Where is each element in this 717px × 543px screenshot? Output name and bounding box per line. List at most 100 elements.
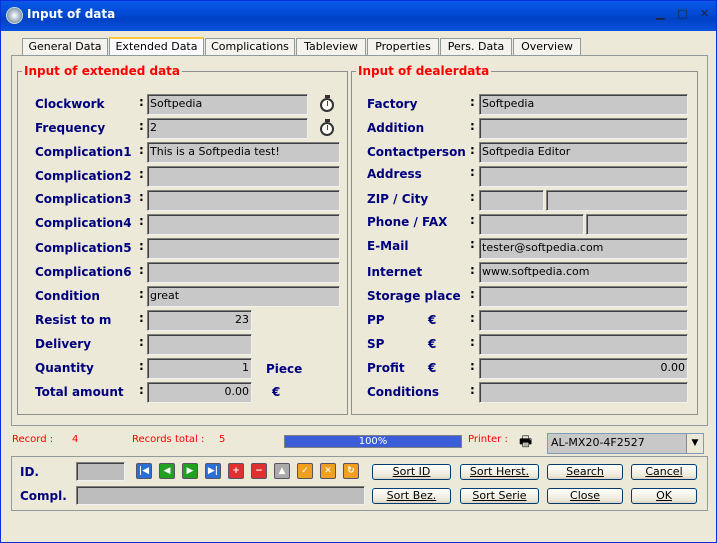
label-complication1: Complication1 bbox=[35, 145, 132, 159]
up-icon[interactable]: ▲ bbox=[274, 463, 290, 479]
timer-icon[interactable] bbox=[320, 95, 334, 112]
total-amount-field[interactable]: 0.00 bbox=[147, 382, 252, 403]
resist-field[interactable]: 23 bbox=[147, 310, 252, 331]
discard-icon[interactable]: ✕ bbox=[320, 463, 336, 479]
label-resist-to-m: Resist to m bbox=[35, 313, 112, 327]
city-field[interactable] bbox=[546, 190, 688, 211]
label-complication6: Complication6 bbox=[35, 265, 132, 279]
clockwork-field[interactable]: Softpedia bbox=[147, 94, 308, 115]
confirm-icon[interactable]: ✓ bbox=[297, 463, 313, 479]
tab-properties[interactable]: Properties bbox=[367, 38, 439, 55]
label-storage-place: Storage place bbox=[367, 289, 461, 303]
contactperson-field[interactable]: Softpedia Editor bbox=[479, 142, 688, 163]
pp-euro: € bbox=[428, 313, 437, 327]
window-title: Input of data bbox=[27, 7, 116, 21]
complication3-field[interactable] bbox=[147, 190, 340, 211]
complication4-field[interactable] bbox=[147, 214, 340, 235]
label-sp: SP bbox=[367, 337, 385, 351]
printer-select[interactable]: AL-MX20-4F2527 ▼ bbox=[547, 433, 704, 454]
sort-bez-button[interactable]: Sort Bez. bbox=[372, 488, 451, 504]
add-icon[interactable]: + bbox=[228, 463, 244, 479]
sort-serie-button[interactable]: Sort Serie bbox=[460, 488, 539, 504]
maximize-icon[interactable]: □ bbox=[672, 4, 693, 25]
euro-unit: € bbox=[272, 385, 281, 399]
refresh-icon[interactable]: ↻ bbox=[343, 463, 359, 479]
frequency-field[interactable]: 2 bbox=[147, 118, 308, 139]
previous-icon[interactable]: ◀ bbox=[159, 463, 175, 479]
profit-field[interactable]: 0.00 bbox=[479, 358, 688, 379]
app-icon bbox=[6, 7, 23, 24]
close-icon[interactable]: ✕ bbox=[694, 4, 715, 25]
internet-field[interactable]: www.softpedia.com bbox=[479, 262, 688, 283]
factory-field[interactable]: Softpedia bbox=[479, 94, 688, 115]
extended-data-legend: Input of extended data bbox=[22, 64, 183, 78]
label-condition: Condition bbox=[35, 289, 100, 303]
profit-euro: € bbox=[428, 361, 437, 375]
complication5-field[interactable] bbox=[147, 238, 340, 259]
email-field[interactable]: tester@softpedia.com bbox=[479, 238, 688, 259]
delete-icon[interactable]: − bbox=[251, 463, 267, 479]
quantity-field[interactable]: 1 bbox=[147, 358, 252, 379]
label-complication5: Complication5 bbox=[35, 241, 132, 255]
next-icon[interactable]: ▶ bbox=[182, 463, 198, 479]
label-complication3: Complication3 bbox=[35, 192, 132, 206]
label-addition: Addition bbox=[367, 121, 425, 135]
sort-id-button[interactable]: Sort ID bbox=[372, 464, 451, 480]
label-clockwork: Clockwork bbox=[35, 97, 105, 111]
cancel-button[interactable]: Cancel bbox=[631, 464, 697, 480]
label-email: E-Mail bbox=[367, 239, 409, 253]
label-frequency: Frequency bbox=[35, 121, 106, 135]
address-field[interactable] bbox=[479, 166, 688, 187]
progress-bar: 100% bbox=[284, 435, 462, 448]
sp-field[interactable] bbox=[479, 334, 688, 355]
label-total-amount: Total amount bbox=[35, 385, 124, 399]
printer-label: Printer : bbox=[468, 434, 508, 445]
tab-complications[interactable]: Complications bbox=[205, 38, 295, 55]
label-zip-city: ZIP / City bbox=[367, 192, 429, 206]
compl-field[interactable] bbox=[76, 486, 365, 505]
condition-field[interactable]: great bbox=[147, 286, 340, 307]
tab-overview[interactable]: Overview bbox=[513, 38, 581, 55]
label-address: Address bbox=[367, 167, 422, 181]
search-button[interactable]: Search bbox=[547, 464, 623, 480]
fax-field[interactable] bbox=[586, 214, 688, 235]
record-value: 4 bbox=[72, 434, 79, 445]
printer-icon[interactable]: 🖶 bbox=[519, 435, 535, 449]
complication1-field[interactable]: This is a Softpedia test! bbox=[147, 142, 340, 163]
ok-button[interactable]: OK bbox=[631, 488, 697, 504]
sort-herst-button[interactable]: Sort Herst. bbox=[460, 464, 539, 480]
timer-icon[interactable] bbox=[320, 119, 334, 136]
record-label: Record : bbox=[12, 434, 54, 445]
tab-tableview[interactable]: Tableview bbox=[296, 38, 366, 55]
close-button[interactable]: Close bbox=[547, 488, 623, 504]
records-total-label: Records total : bbox=[132, 434, 205, 445]
minimize-icon[interactable]: ▁ bbox=[650, 4, 671, 25]
records-total-value: 5 bbox=[219, 434, 226, 445]
label-profit: Profit bbox=[367, 361, 405, 375]
id-field[interactable] bbox=[76, 462, 125, 481]
pp-field[interactable] bbox=[479, 310, 688, 331]
compl-label: Compl. bbox=[20, 489, 67, 503]
zip-field[interactable] bbox=[479, 190, 544, 211]
id-label: ID. bbox=[20, 465, 39, 479]
label-internet: Internet bbox=[367, 265, 423, 279]
tab-general-data[interactable]: General Data bbox=[22, 38, 108, 55]
conditions-field[interactable] bbox=[479, 382, 688, 403]
dealerdata-legend: Input of dealerdata bbox=[356, 64, 492, 78]
label-phone-fax: Phone / FAX bbox=[367, 215, 448, 229]
tab-extended-data[interactable]: Extended Data bbox=[109, 37, 204, 56]
tab-pers-data[interactable]: Pers. Data bbox=[440, 38, 512, 55]
delivery-field[interactable] bbox=[147, 334, 252, 355]
first-icon[interactable]: |◀ bbox=[136, 463, 152, 479]
phone-field[interactable] bbox=[479, 214, 584, 235]
printer-select-value: AL-MX20-4F2527 bbox=[551, 436, 645, 449]
complication6-field[interactable] bbox=[147, 262, 340, 283]
last-icon[interactable]: ▶| bbox=[205, 463, 221, 479]
chevron-down-icon[interactable]: ▼ bbox=[686, 434, 703, 453]
label-delivery: Delivery bbox=[35, 337, 92, 351]
addition-field[interactable] bbox=[479, 118, 688, 139]
label-quantity: Quantity bbox=[35, 361, 94, 375]
title-bar: Input of data ▁ □ ✕ bbox=[1, 1, 716, 31]
storage-place-field[interactable] bbox=[479, 286, 688, 307]
complication2-field[interactable] bbox=[147, 166, 340, 187]
